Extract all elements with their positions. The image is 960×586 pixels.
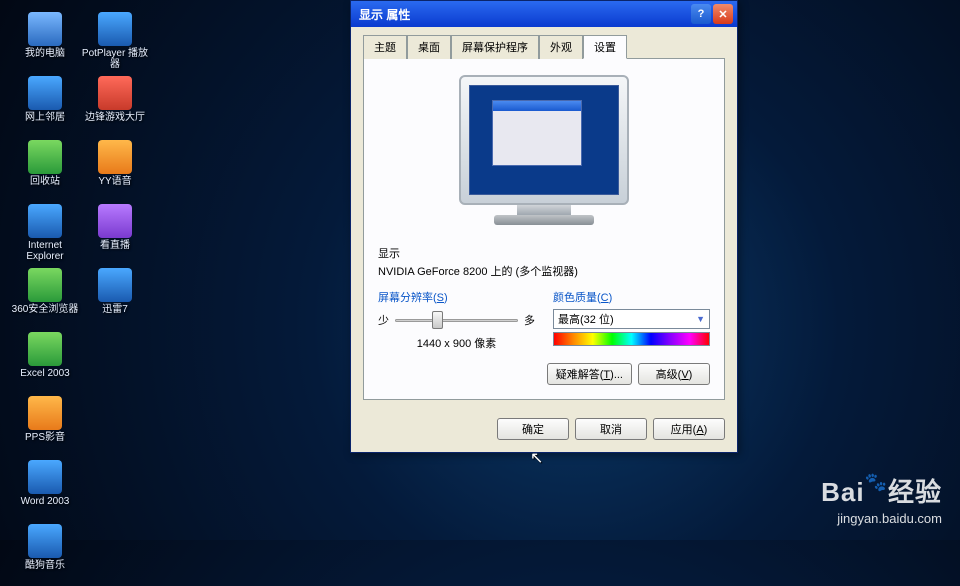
display-label: 显示 [378, 245, 710, 261]
app-icon [98, 12, 132, 46]
app-icon [28, 12, 62, 46]
apply-button[interactable]: 应用(A) [653, 418, 725, 440]
tab-strip: 主题 桌面 屏幕保护程序 外观 设置 [363, 35, 725, 59]
settings-panel: 显示 NVIDIA GeForce 8200 上的 (多个监视器) 屏幕分辨率(… [363, 59, 725, 400]
display-adapter-info: NVIDIA GeForce 8200 上的 (多个监视器) [378, 266, 578, 278]
desktop-icon[interactable]: 酷狗音乐 [10, 524, 80, 586]
icon-label: Word 2003 [10, 496, 80, 507]
resolution-title: 屏幕分辨率(S) [378, 289, 535, 305]
app-icon [28, 332, 62, 366]
color-spectrum-preview [553, 332, 710, 346]
desktop-icon[interactable]: 迅雷7 [80, 268, 150, 330]
icon-label: PotPlayer 播放器 [80, 48, 150, 70]
chevron-down-icon: ▼ [696, 314, 705, 324]
dialog-title: 显示 属性 [359, 6, 410, 23]
slider-min-label: 少 [378, 312, 389, 328]
watermark-url: jingyan.baidu.com [821, 511, 942, 526]
desktop-icon[interactable]: 边锋游戏大厅 [80, 76, 150, 138]
display-properties-dialog: 显示 属性 ? ✕ 主题 桌面 屏幕保护程序 外观 设置 显示 NVIDIA G… [350, 0, 738, 453]
desktop-icon[interactable]: 看直播 [80, 204, 150, 266]
desktop-icon[interactable]: PotPlayer 播放器 [80, 12, 150, 74]
tab-theme[interactable]: 主题 [363, 35, 407, 59]
icon-label: PPS影音 [10, 432, 80, 443]
icon-label: Internet Explorer [10, 240, 80, 262]
app-icon [28, 140, 62, 174]
dialog-footer: 确定 取消 应用(A) [351, 410, 737, 452]
ok-button[interactable]: 确定 [497, 418, 569, 440]
desktop-icons: 我的电脑网上邻居回收站 Internet Explorer 360安全浏览器 Exce… [10, 10, 150, 586]
close-button[interactable]: ✕ [713, 4, 733, 24]
app-icon [28, 76, 62, 110]
color-quality-group: 颜色质量(C) 最高(32 位) ▼ [553, 289, 710, 351]
app-icon [28, 396, 62, 430]
icon-label: 网上邻居 [10, 112, 80, 123]
resolution-slider[interactable] [395, 309, 518, 331]
app-icon [98, 76, 132, 110]
icon-label: 回收站 [10, 176, 80, 187]
tab-settings[interactable]: 设置 [583, 35, 627, 59]
tab-desktop[interactable]: 桌面 [407, 35, 451, 59]
color-title: 颜色质量(C) [553, 289, 710, 305]
app-icon [98, 204, 132, 238]
desktop-icon[interactable]: 我的电脑 [10, 12, 80, 74]
watermark: Bai🐾经验 jingyan.baidu.com [821, 472, 942, 526]
slider-thumb[interactable] [432, 311, 443, 329]
desktop-icon[interactable]: Internet Explorer [10, 204, 80, 266]
help-button[interactable]: ? [691, 4, 711, 24]
icon-label: 迅雷7 [80, 304, 150, 315]
paw-icon: 🐾 [865, 472, 888, 493]
tab-appearance[interactable]: 外观 [539, 35, 583, 59]
troubleshoot-button[interactable]: 疑难解答(T)... [547, 363, 632, 385]
app-icon [98, 268, 132, 302]
app-icon [28, 268, 62, 302]
app-icon [28, 460, 62, 494]
advanced-button[interactable]: 高级(V) [638, 363, 710, 385]
icon-label: 看直播 [80, 240, 150, 251]
resolution-value: 1440 x 900 像素 [378, 335, 535, 351]
tab-screensaver[interactable]: 屏幕保护程序 [451, 35, 539, 59]
app-icon [28, 524, 62, 558]
desktop-icon[interactable]: 网上邻居 [10, 76, 80, 138]
app-icon [28, 204, 62, 238]
cancel-button[interactable]: 取消 [575, 418, 647, 440]
desktop-icon[interactable]: Word 2003 [10, 460, 80, 522]
desktop-icon[interactable]: YY语音 [80, 140, 150, 202]
icon-label: 360安全浏览器 [10, 304, 80, 315]
app-icon [98, 140, 132, 174]
titlebar[interactable]: 显示 属性 ? ✕ [351, 1, 737, 27]
slider-max-label: 多 [524, 312, 535, 328]
icon-label: Excel 2003 [10, 368, 80, 379]
icon-label: 我的电脑 [10, 48, 80, 59]
desktop-icon[interactable]: 360安全浏览器 [10, 268, 80, 330]
desktop-icon[interactable]: 回收站 [10, 140, 80, 202]
monitor-preview [449, 75, 639, 235]
desktop-icon[interactable]: Excel 2003 [10, 332, 80, 394]
color-quality-select[interactable]: 最高(32 位) ▼ [553, 309, 710, 329]
icon-label: YY语音 [80, 176, 150, 187]
icon-label: 酷狗音乐 [10, 560, 80, 571]
color-selected-value: 最高(32 位) [558, 311, 614, 327]
desktop-icon[interactable]: PPS影音 [10, 396, 80, 458]
resolution-group: 屏幕分辨率(S) 少 多 1440 x 900 像素 [378, 289, 535, 351]
icon-label: 边锋游戏大厅 [80, 112, 150, 123]
